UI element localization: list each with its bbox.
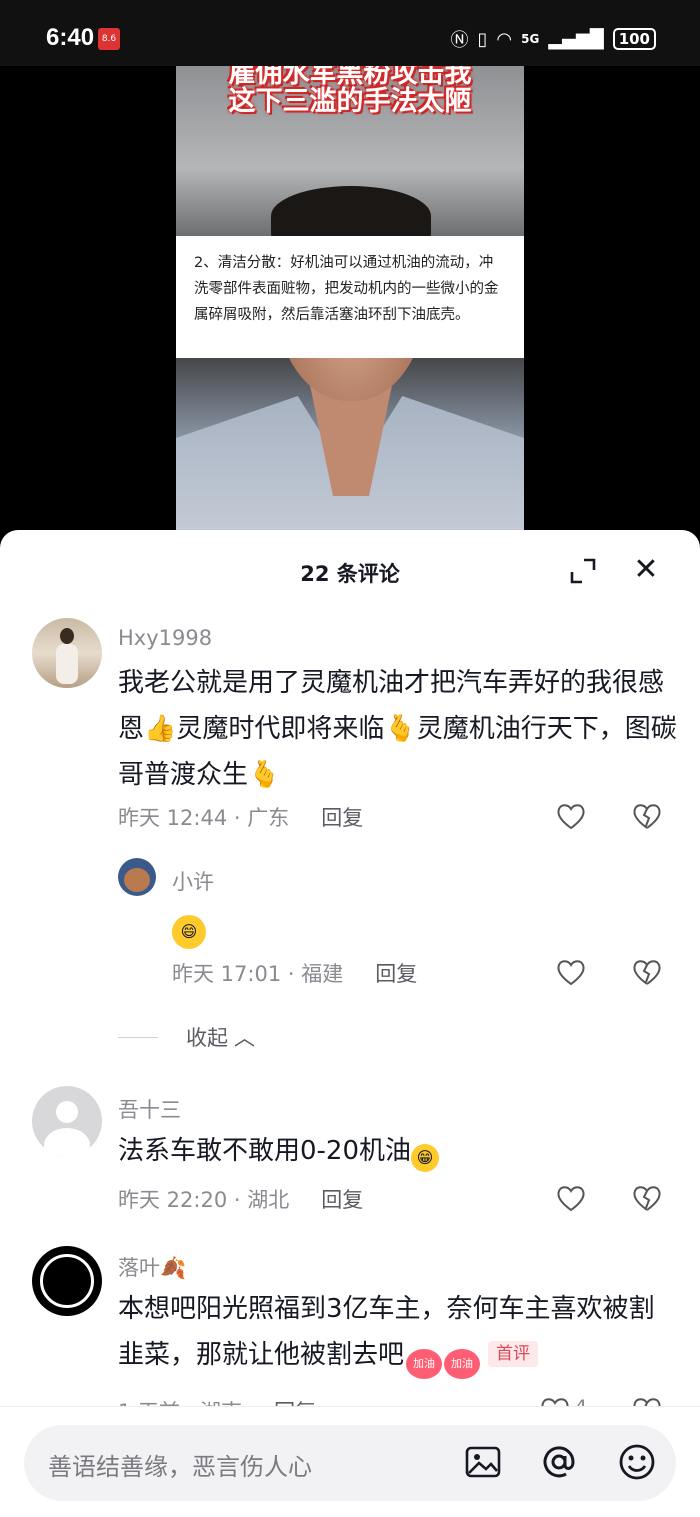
finger-heart-emoji: 🫰 [248, 760, 281, 790]
like-heart-icon[interactable] [556, 958, 586, 986]
comment-sheet: 22 条评论 ✕ Hxy1998 我老公就是用了灵魔机油才把汽车弄好的我很感恩👍… [0, 530, 700, 1516]
avatar[interactable] [32, 618, 102, 688]
comment-text: 本想吧阳光照福到3亿车主，奈何车主喜欢被割韭菜，那就让他被割去吧 加油 加油 首评 [118, 1286, 678, 1379]
nfc-icon: Ⓝ [450, 30, 469, 51]
comment-input[interactable]: 善语结善缘，恶言伤人心 [24, 1425, 676, 1501]
comment-username[interactable]: 落叶🍂 [118, 1252, 186, 1282]
comment-text: 法系车敢不敢用0-20机油 😁 [118, 1128, 440, 1174]
wifi-icon: ◠ [496, 28, 513, 50]
video-player[interactable]: 雇佣水军黑粉攻击我 这下三滥的手法太陋 2、清洁分散：好机油可以通过机油的流动，… [0, 66, 700, 536]
jiayou-sticker: 加油 [406, 1349, 443, 1379]
video-frame: 雇佣水军黑粉攻击我 这下三滥的手法太陋 2、清洁分散：好机油可以通过机油的流动，… [176, 66, 524, 536]
dislike-broken-heart-icon[interactable] [632, 1184, 662, 1212]
reply-button[interactable]: 回复 [375, 958, 417, 988]
battery-icon: 100 [612, 28, 656, 50]
collapse-replies-button[interactable]: 收起 ︿ [118, 1022, 255, 1052]
avatar[interactable] [118, 858, 156, 896]
network-label: 5G [521, 32, 540, 46]
comment-input-placeholder: 善语结善缘，恶言伤人心 [48, 1453, 312, 1481]
status-time: 6:40 [46, 24, 95, 51]
reply-button[interactable]: 回复 [321, 802, 363, 832]
expand-icon[interactable] [570, 558, 596, 584]
grin-emoji: 😄 [172, 915, 206, 949]
comment-text: 我老公就是用了灵魔机油才把汽车弄好的我很感恩👍灵魔时代即将来临🫰灵魔机油行天下，… [118, 660, 678, 798]
comment-input-bar: 善语结善缘，恶言伤人心 [0, 1406, 700, 1517]
notification-badge: 8.6 [98, 28, 120, 50]
username-text: 落叶 [118, 1256, 160, 1280]
status-icons: Ⓝ ▯ ◠ 5G ▂▄▆█ 100 [450, 26, 656, 52]
jiayou-sticker: 加油 [444, 1349, 481, 1379]
first-comment-tag: 首评 [488, 1341, 539, 1367]
thumbs-up-emoji: 👍 [144, 714, 177, 744]
comment-time-location: 昨天 22:20 · 湖北 [118, 1188, 290, 1212]
comment-time-location: 昨天 12:44 · 广东 [118, 806, 290, 830]
emoji-icon[interactable] [618, 1443, 656, 1481]
collapse-label: 收起 [186, 1026, 228, 1050]
video-overlay-title: 雇佣水军黑粉攻击我 这下三滥的手法太陋 [176, 66, 524, 116]
video-caption: 2、清洁分散：好机油可以通过机油的流动，冲洗零部件表面赃物，把发动机内的一些微小… [176, 236, 524, 358]
comment-username[interactable]: Hxy1998 [118, 626, 212, 650]
image-icon[interactable] [464, 1443, 502, 1481]
reply-meta: 昨天 17:01 · 福建 回复 [172, 958, 417, 988]
comment-text-part: 灵魔时代即将来临 [176, 714, 385, 744]
reply-username[interactable]: 小许 [172, 866, 214, 896]
dislike-broken-heart-icon[interactable] [632, 958, 662, 986]
leaf-emoji: 🍂 [160, 1256, 187, 1280]
mention-icon[interactable] [540, 1443, 578, 1481]
close-icon[interactable]: ✕ [632, 555, 660, 585]
comment-meta: 昨天 12:44 · 广东 回复 [118, 802, 363, 832]
reply-text: 😄 [172, 902, 206, 949]
reply-button[interactable]: 回复 [321, 1184, 363, 1214]
overlay-line-1: 雇佣水军黑粉攻击我 [228, 66, 472, 89]
grin-emoji: 😁 [411, 1144, 440, 1172]
finger-heart-emoji: 🫰 [384, 714, 417, 744]
avatar[interactable] [32, 1246, 102, 1316]
dislike-broken-heart-icon[interactable] [632, 802, 662, 830]
comment-time-location: 昨天 17:01 · 福建 [172, 962, 344, 986]
overlay-line-2: 这下三滥的手法太陋 [228, 86, 472, 117]
vibrate-icon: ▯ [477, 28, 488, 50]
signal-icon: ▂▄▆█ [548, 28, 604, 50]
status-bar: 6:40 8.6 Ⓝ ▯ ◠ 5G ▂▄▆█ 100 [0, 0, 700, 72]
comment-username[interactable]: 吾十三 [118, 1094, 181, 1124]
like-heart-icon[interactable] [556, 802, 586, 830]
comment-meta: 昨天 22:20 · 湖北 回复 [118, 1184, 363, 1214]
comment-text-part: 法系车敢不敢用0-20机油 [118, 1136, 412, 1166]
chevron-up-icon: ︿ [234, 1026, 255, 1050]
divider [118, 1036, 158, 1038]
avatar[interactable] [32, 1086, 102, 1156]
like-heart-icon[interactable] [556, 1184, 586, 1212]
comment-text-part: 本想吧阳光照福到3亿车主，奈何车主喜欢被割韭菜，那就让他被割去吧 [118, 1294, 655, 1370]
